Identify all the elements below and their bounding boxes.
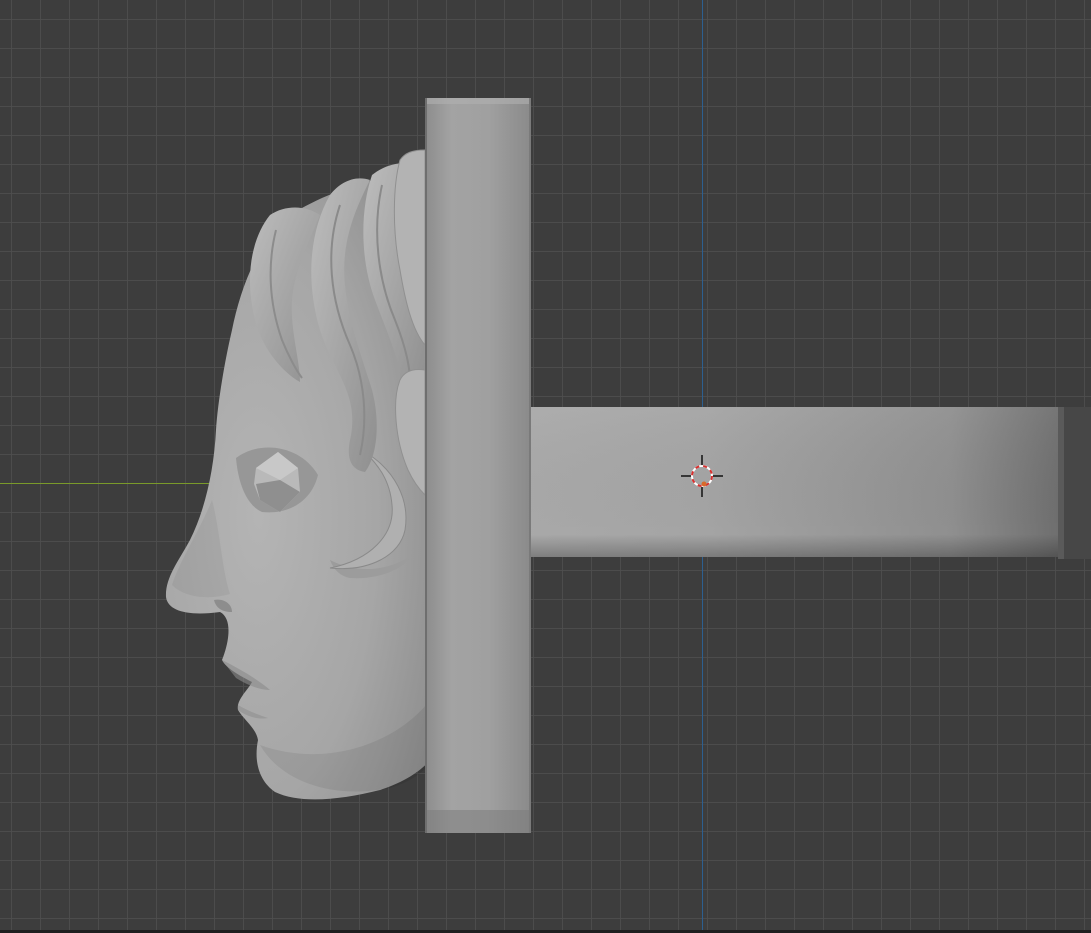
head-sculpt[interactable] (165, 149, 430, 800)
ring-band[interactable] (517, 407, 1091, 559)
3d-viewport[interactable] (0, 0, 1091, 930)
ring-frame[interactable] (425, 98, 531, 833)
scene-objects[interactable] (0, 0, 1091, 930)
